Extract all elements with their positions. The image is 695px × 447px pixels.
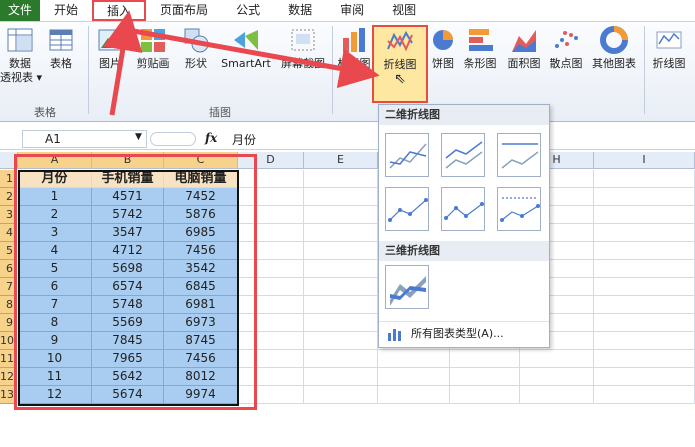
arrow-to-insert-tab [103,10,143,116]
annotation-arrows [103,10,380,116]
arrow-to-line-chart [127,27,380,89]
